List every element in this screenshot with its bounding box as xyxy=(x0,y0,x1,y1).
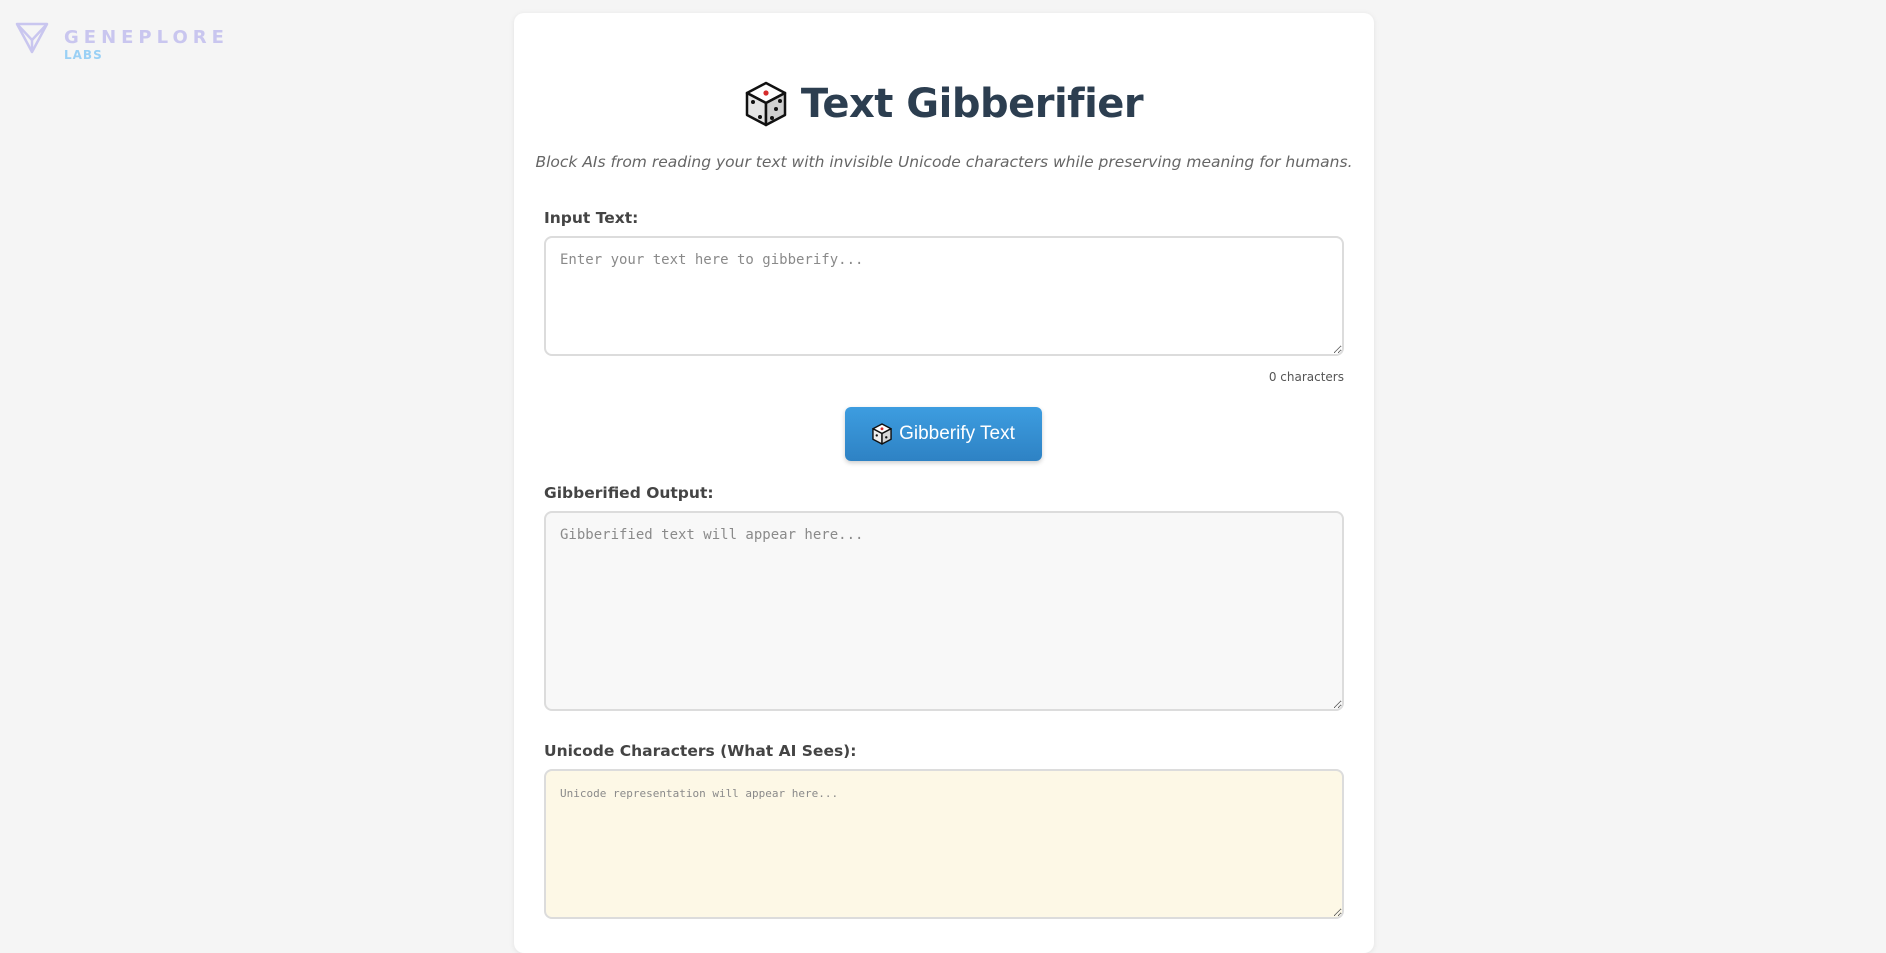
gibberify-button-label: Gibberify Text xyxy=(899,423,1015,444)
output-textarea[interactable] xyxy=(544,511,1344,711)
unicode-textarea[interactable] xyxy=(544,769,1344,919)
game-die-icon xyxy=(745,81,787,127)
geneplore-logo-icon xyxy=(15,22,49,54)
page-subtitle: Block AIs from reading your text with in… xyxy=(535,153,1353,171)
page-title: Text Gibberifier xyxy=(800,81,1144,127)
output-label: Gibberified Output: xyxy=(544,484,714,502)
input-label: Input Text: xyxy=(544,209,639,227)
main-card: Text Gibberifier Block AIs from reading … xyxy=(514,13,1374,953)
game-die-icon xyxy=(872,423,892,445)
brand-logo[interactable]: GENEPLORE LABS xyxy=(14,20,229,61)
page-header: Text Gibberifier xyxy=(514,81,1374,127)
gibberify-button[interactable]: Gibberify Text xyxy=(845,407,1042,461)
unicode-label: Unicode Characters (What AI Sees): xyxy=(544,742,857,760)
input-textarea[interactable] xyxy=(544,236,1344,356)
char-count: 0 characters xyxy=(1268,370,1344,384)
brand-sub: LABS xyxy=(64,48,103,62)
brand-name: GENEPLORE xyxy=(64,27,229,48)
